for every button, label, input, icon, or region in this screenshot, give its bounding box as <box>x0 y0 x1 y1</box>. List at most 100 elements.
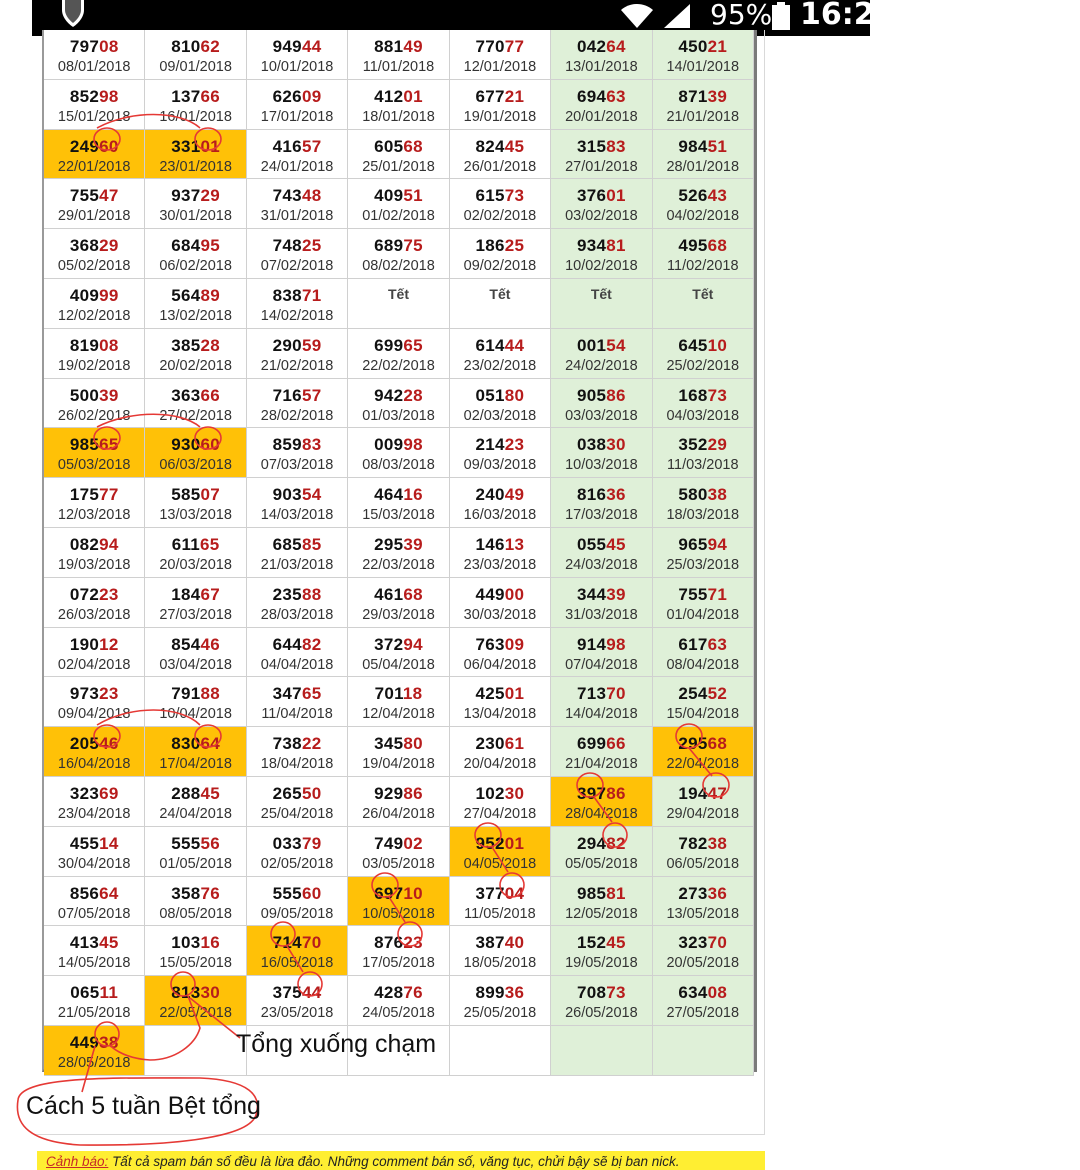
result-number-head: 055 <box>576 534 607 554</box>
result-number-tail: 09 <box>301 86 322 106</box>
result-number: 21423 <box>450 435 550 455</box>
result-number: 74348 <box>247 186 347 206</box>
annotation-note-week: Cách 5 tuần Bệt tổng <box>26 1092 261 1120</box>
result-number-head: 387 <box>475 933 505 953</box>
result-number-head: 294 <box>576 833 607 853</box>
result-number-tail: 66 <box>200 86 221 106</box>
result-number-head: 755 <box>69 186 100 206</box>
result-number-tail: 65 <box>403 335 423 355</box>
result-number-tail: 39 <box>403 534 423 554</box>
result-date: 03/04/2018 <box>159 656 232 673</box>
result-number-head: 001 <box>576 335 607 355</box>
result-cell: 69965 22/02/2018 <box>348 328 450 379</box>
result-date: 25/03/2018 <box>666 556 740 573</box>
result-number-tail: 51 <box>403 186 423 206</box>
result-number: 82445 <box>450 137 550 157</box>
result-cell: 38740 18/05/2018 <box>449 926 552 977</box>
result-number-tail: 49 <box>403 37 423 56</box>
result-number-head: 009 <box>374 435 404 455</box>
result-number-tail: 11 <box>99 983 119 1003</box>
result-number-tail: 01 <box>504 833 525 853</box>
result-date: 26/05/2018 <box>565 1005 638 1022</box>
result-number: 13766 <box>145 87 245 107</box>
result-date: 05/03/2018 <box>57 457 131 474</box>
result-cell: 98451 28/01/2018 <box>652 129 754 180</box>
result-cell: 28845 24/04/2018 <box>145 776 247 827</box>
result-cell: 23061 20/04/2018 <box>449 727 552 777</box>
result-cell: 81330 22/05/2018 <box>145 976 247 1026</box>
result-number: 94228 <box>348 386 448 406</box>
result-number-tail: 60 <box>301 883 322 903</box>
result-number: 61763 <box>653 635 753 655</box>
result-number: 58038 <box>653 485 753 505</box>
result-cell: 76309 06/04/2018 <box>449 627 552 678</box>
result-number-tail: 66 <box>200 385 221 405</box>
result-cell: 23588 28/03/2018 <box>246 577 349 628</box>
result-cell <box>551 1025 653 1076</box>
result-cell: 04264 13/01/2018 <box>551 30 653 80</box>
result-number-tail: 73 <box>707 385 728 405</box>
result-number: 71657 <box>247 386 347 406</box>
result-date: 31/01/2018 <box>260 208 334 225</box>
result-cell: Tết <box>348 278 450 329</box>
result-number: 15245 <box>551 933 651 953</box>
result-date: 22/03/2018 <box>362 556 435 573</box>
result-number-head: 930 <box>171 435 201 455</box>
result-number-head: 689 <box>374 236 404 256</box>
result-number-head: 194 <box>678 783 708 803</box>
result-number: 32370 <box>653 933 753 953</box>
result-number-head: 714 <box>272 933 302 953</box>
result-number-head: 290 <box>272 335 302 355</box>
result-date: 22/04/2018 <box>666 756 740 773</box>
result-number-tail: 69 <box>99 783 119 803</box>
result-number-head: 495 <box>678 236 708 256</box>
result-number-tail: 50 <box>301 783 322 803</box>
result-cell: 36366 27/02/2018 <box>145 378 247 429</box>
result-date: 25/01/2018 <box>362 158 435 175</box>
result-date: 08/05/2018 <box>159 905 232 922</box>
result-number-tail: 76 <box>200 883 221 903</box>
result-number: 37601 <box>551 186 651 206</box>
result-number-head: 102 <box>475 783 505 803</box>
result-number: 31583 <box>551 137 651 157</box>
result-number-head: 580 <box>678 485 708 505</box>
result-date: 27/03/2018 <box>159 606 232 623</box>
result-date: 04/03/2018 <box>666 407 740 424</box>
result-number: 36829 <box>44 236 144 256</box>
result-number: 27336 <box>653 884 753 904</box>
result-cell: 69966 21/04/2018 <box>551 727 653 777</box>
result-date: 28/02/2018 <box>260 407 334 424</box>
result-number-tail: 82 <box>606 833 626 853</box>
result-number-tail: 94 <box>707 534 728 554</box>
result-date: 06/04/2018 <box>463 656 537 673</box>
result-number-tail: 10 <box>707 335 728 355</box>
warning-text: Tất cả spam bán số đều là lừa đảo. Những… <box>108 1154 680 1169</box>
result-number: 55560 <box>247 884 347 904</box>
result-cell: 41201 18/01/2018 <box>348 79 450 130</box>
result-number: 68495 <box>145 236 245 256</box>
holiday-label: Tết <box>590 285 612 302</box>
result-number-head: 295 <box>374 534 404 554</box>
result-number: 61573 <box>450 186 550 206</box>
result-number-head: 797 <box>69 37 100 56</box>
result-date: 14/04/2018 <box>565 706 638 723</box>
result-number: 60568 <box>348 137 448 157</box>
result-number-tail: 08 <box>707 983 728 1003</box>
result-number: 37704 <box>450 884 550 904</box>
result-cell: 24960 22/01/2018 <box>44 129 146 180</box>
result-date: 13/05/2018 <box>666 905 740 922</box>
result-number: 38740 <box>450 933 550 953</box>
result-number-tail: 47 <box>99 186 119 206</box>
result-cell: 50039 26/02/2018 <box>44 378 146 429</box>
result-cell: 26550 25/04/2018 <box>246 776 349 827</box>
result-number: 42501 <box>450 684 550 704</box>
result-number: 00998 <box>348 435 448 455</box>
result-number: 34439 <box>551 585 651 605</box>
result-number: 07223 <box>44 585 144 605</box>
result-number: 55556 <box>145 834 245 854</box>
result-number-head: 677 <box>475 86 505 106</box>
result-date: 24/02/2018 <box>565 357 638 374</box>
result-date: 12/03/2018 <box>57 507 131 524</box>
result-cell: Tết <box>449 278 552 329</box>
result-date: 14/02/2018 <box>260 307 334 324</box>
